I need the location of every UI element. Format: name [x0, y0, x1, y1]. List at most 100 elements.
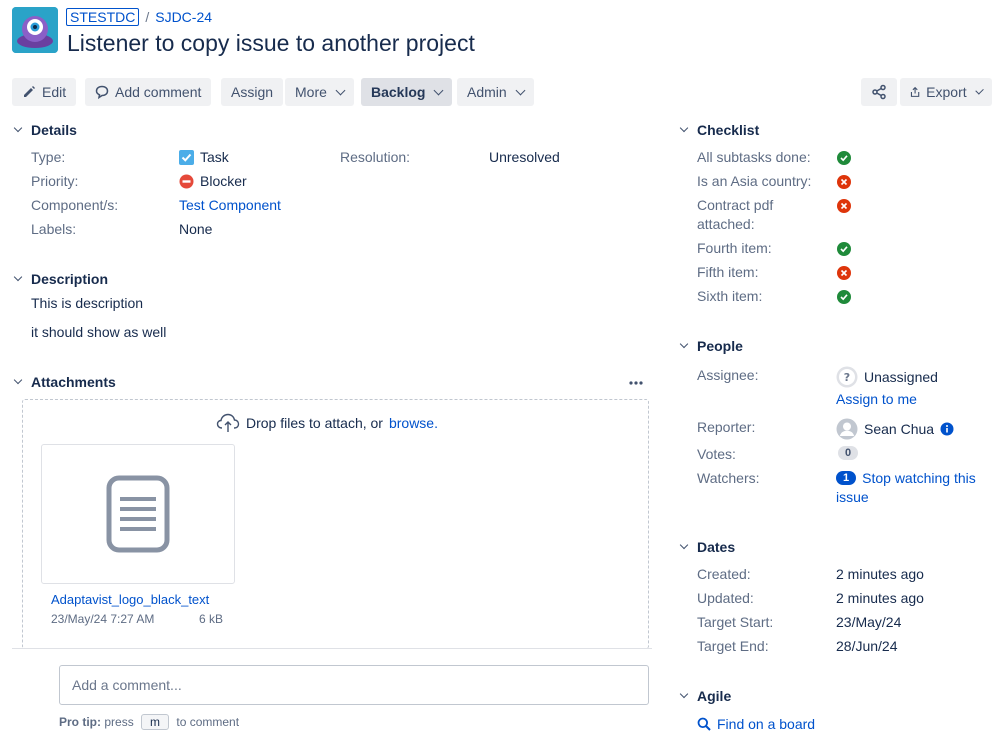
labels-value: None — [179, 221, 213, 237]
chevron-down-icon — [679, 123, 689, 133]
description-section-toggle[interactable]: Description — [12, 271, 108, 287]
add-comment-input[interactable]: Add a comment... — [59, 665, 649, 705]
more-button[interactable]: More — [285, 78, 354, 106]
target-start-value: 23/May/24 — [836, 614, 902, 630]
assign-to-me-link[interactable]: Assign to me — [836, 391, 917, 407]
edit-button-label: Edit — [42, 84, 67, 100]
description-line-2[interactable]: it should show as well — [31, 324, 166, 340]
user-avatar-icon — [836, 418, 858, 440]
agile-section-toggle[interactable]: Agile — [678, 688, 731, 704]
check-fail-icon — [837, 175, 851, 189]
breadcrumb-separator: / — [145, 9, 150, 25]
attachment-thumbnail[interactable] — [41, 444, 235, 584]
checklist-item-label: Sixth item: — [697, 288, 763, 304]
assignee-label: Assignee: — [697, 367, 759, 383]
share-icon — [872, 84, 886, 100]
assign-button-label: Assign — [231, 84, 274, 100]
attachment-filename-link[interactable]: Adaptavist_logo_black_text — [51, 592, 223, 607]
find-on-board-link[interactable]: Find on a board — [717, 716, 815, 732]
dropzone-text: Drop files to attach, or — [246, 415, 383, 431]
priority-value-text: Blocker — [200, 173, 247, 189]
unassigned-avatar-icon: ? — [836, 366, 858, 388]
created-value: 2 minutes ago — [836, 566, 924, 582]
export-button-label: Export — [926, 84, 967, 100]
find-on-board[interactable]: Find on a board — [697, 716, 815, 732]
admin-button-label: Admin — [467, 84, 507, 100]
breadcrumb-issue-link[interactable]: SJDC-24 — [155, 9, 212, 25]
share-button[interactable] — [861, 78, 897, 106]
check-fail-icon — [837, 266, 851, 280]
admin-button[interactable]: Admin — [457, 78, 534, 106]
section-divider — [12, 648, 652, 649]
attachments-more-button[interactable] — [628, 374, 644, 393]
checklist-item-label: Contract pdf — [697, 197, 774, 213]
votes-count-badge: 0 — [838, 446, 859, 460]
chevron-down-icon — [13, 123, 23, 133]
attachments-section-toggle[interactable]: Attachments — [12, 374, 116, 390]
comment-icon — [95, 85, 109, 99]
chevron-down-icon — [679, 540, 689, 550]
chevron-down-icon — [515, 85, 526, 95]
watchers-value[interactable]: 1 Stop watching this — [836, 470, 976, 486]
check-ok-icon — [837, 151, 851, 165]
chevron-down-icon — [13, 272, 23, 282]
description-heading: Description — [31, 271, 109, 287]
issue-title[interactable]: Listener to copy issue to another projec… — [67, 30, 475, 57]
status-button-label: Backlog — [371, 84, 426, 100]
components-label: Component/s: — [31, 197, 119, 213]
project-avatar[interactable] — [12, 7, 58, 53]
check-fail-icon — [837, 199, 851, 213]
dropzone-message: Drop files to attach, or browse. — [216, 413, 438, 433]
export-button[interactable]: Export — [900, 78, 992, 106]
created-label: Created: — [697, 566, 751, 582]
stop-watching-link-line2[interactable]: issue — [836, 489, 869, 505]
votes-label: Votes: — [697, 446, 736, 462]
target-end-label: Target End: — [697, 638, 769, 654]
checklist-item-label: All subtasks done: — [697, 149, 811, 165]
blocker-icon — [179, 174, 194, 188]
chevron-down-icon — [974, 85, 984, 95]
attachment-size: 6 kB — [199, 612, 224, 626]
pencil-icon — [24, 86, 35, 97]
target-end-value: 28/Jun/24 — [836, 638, 898, 654]
dates-heading: Dates — [697, 539, 736, 555]
pro-tip: Pro tip: press m to comment — [59, 714, 239, 730]
add-comment-button[interactable]: Add comment — [85, 78, 212, 106]
document-icon — [106, 475, 170, 553]
people-section-toggle[interactable]: People — [678, 338, 743, 354]
chevron-down-icon — [13, 375, 23, 385]
assign-button[interactable]: Assign — [221, 78, 284, 106]
votes-value[interactable]: 0 — [838, 446, 859, 460]
checklist-item-label: Fifth item: — [697, 264, 759, 280]
checklist-section-toggle[interactable]: Checklist — [678, 122, 759, 138]
svg-text:?: ? — [844, 371, 850, 384]
info-icon[interactable] — [940, 422, 954, 436]
priority-value: Blocker — [179, 173, 247, 189]
check-ok-icon — [837, 290, 851, 304]
resolution-label: Resolution: — [340, 149, 411, 165]
breadcrumb-project-link[interactable]: STESTDC — [66, 8, 140, 26]
task-checkbox-icon — [179, 149, 194, 165]
stop-watching-link[interactable]: Stop watching this — [862, 470, 976, 486]
component-link[interactable]: Test Component — [179, 197, 281, 213]
updated-label: Updated: — [697, 590, 754, 606]
checklist-heading: Checklist — [697, 122, 760, 138]
resolution-value: Unresolved — [489, 149, 560, 165]
edit-button[interactable]: Edit — [12, 78, 77, 106]
labels-label: Labels: — [31, 221, 77, 237]
assignee-value[interactable]: ? Unassigned — [836, 366, 938, 388]
chevron-down-icon — [679, 339, 689, 349]
more-dots-icon — [629, 381, 643, 385]
details-section-toggle[interactable]: Details — [12, 122, 77, 138]
dates-section-toggle[interactable]: Dates — [678, 539, 735, 555]
browse-link[interactable]: browse. — [389, 415, 438, 431]
checklist-item-label: Fourth item: — [697, 240, 772, 256]
checklist-item-label: Is an Asia country: — [697, 173, 812, 189]
status-backlog-button[interactable]: Backlog — [361, 78, 453, 106]
assignee-name: Unassigned — [864, 369, 938, 385]
description-line-1[interactable]: This is description — [31, 295, 143, 311]
watchers-label: Watchers: — [697, 470, 760, 486]
people-heading: People — [697, 338, 743, 354]
chevron-down-icon — [679, 689, 689, 699]
reporter-value[interactable]: Sean Chua — [836, 418, 954, 440]
